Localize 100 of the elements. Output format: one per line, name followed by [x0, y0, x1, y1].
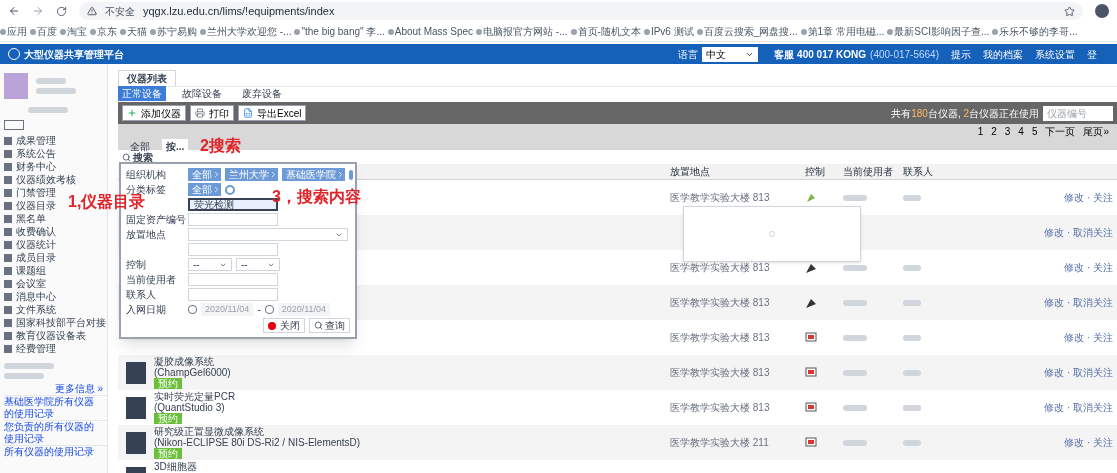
date-checkbox[interactable] — [264, 305, 274, 314]
header-link[interactable]: 提示 — [951, 46, 971, 62]
monitor-icon[interactable] — [805, 366, 817, 379]
sidebar-item[interactable]: 仪器绩效考核 — [16, 173, 76, 186]
page-link[interactable]: 尾页» — [1083, 124, 1109, 139]
row-actions-link[interactable]: 修改 · 取消关注 — [1044, 400, 1113, 415]
sidebar-item[interactable]: 经费管理 — [16, 342, 56, 355]
sidebar-item[interactable]: 国家科技部平台对接 — [16, 316, 106, 329]
bookmark-link[interactable]: 百度 — [37, 24, 57, 39]
bookmark-link[interactable]: 应用 — [7, 24, 27, 39]
page-link[interactable]: 3 — [1004, 124, 1011, 139]
profile-icon[interactable] — [1095, 4, 1109, 18]
control-select[interactable]: -- — [188, 258, 232, 271]
usage-record-link[interactable]: 所有仪器的使用记录 — [4, 445, 107, 458]
sidebar-item[interactable]: 仪器统计 — [16, 238, 56, 251]
header-link[interactable]: 我的档案 — [983, 46, 1023, 62]
sidebar-item[interactable]: 消息中心 — [16, 290, 56, 303]
page-link[interactable]: 2 — [991, 124, 997, 139]
page-tab[interactable]: 仪器列表 — [118, 70, 176, 86]
reload-icon[interactable] — [56, 5, 67, 17]
monitor-icon[interactable] — [805, 331, 817, 344]
sidebar-item[interactable]: 成员目录 — [16, 251, 56, 264]
bookmark-link[interactable]: About Mass Spec — [394, 24, 474, 39]
toolbar-button[interactable]: 打印 — [190, 105, 234, 121]
sidebar-item[interactable]: 系统公告 — [16, 147, 56, 160]
url-text[interactable]: yqgx.lzu.edu.cn/lims/!equipments/index — [143, 2, 335, 20]
sidebar-item[interactable]: 课题组 — [16, 264, 46, 277]
search-field[interactable]: 仪器编号 — [1043, 105, 1113, 121]
row-actions-link[interactable]: 修改 · 取消关注 — [1044, 225, 1113, 240]
bookmark-link[interactable]: 乐乐不够的李哥... — [999, 24, 1078, 39]
sidebar-item[interactable]: 会议室 — [16, 277, 46, 290]
bookmark-star-icon[interactable] — [1064, 5, 1075, 17]
usage-record-link[interactable]: 基础医学院所有仪器的使用记录 — [4, 395, 107, 420]
back-icon[interactable] — [8, 5, 20, 17]
instrument-name[interactable]: 3D细胞器 — [154, 461, 197, 472]
bookmark-link[interactable]: 首页-随机文本 — [577, 24, 641, 39]
sidebar-item[interactable]: 门禁管理 — [16, 186, 56, 199]
sidebar-item[interactable]: 黑名单 — [16, 212, 46, 225]
instrument-model: (QuantStudio 3) — [154, 402, 226, 413]
bookmark-link[interactable]: 第1章 常用电磁... — [807, 24, 885, 39]
hotline-number: (400-017-5664) — [870, 47, 939, 62]
bookmark-link[interactable]: 电脑报官方网站 -... — [483, 24, 568, 39]
instrument-name[interactable]: 凝胶成像系统 — [154, 356, 231, 367]
bookmark-link[interactable]: 最新SCI影响因子查... — [894, 24, 990, 39]
column-header: 当前使用者 — [843, 165, 894, 179]
bookmark-link[interactable]: 兰州大学欢迎您 -... — [207, 24, 292, 39]
row-actions-link[interactable]: 修改 · 关注 — [1064, 435, 1113, 450]
sidebar-item[interactable]: 成果管理 — [16, 134, 56, 147]
status-tab[interactable]: 正常设备 — [118, 86, 166, 101]
page-link[interactable]: 5 — [1031, 124, 1038, 139]
bookmark-link[interactable]: 百度云搜索_网盘搜... — [703, 24, 798, 39]
view-toggle-icon[interactable] — [4, 120, 24, 130]
place-field[interactable] — [188, 243, 278, 256]
language-select[interactable]: 中文 — [702, 46, 759, 62]
close-button[interactable]: 关闭 — [263, 318, 305, 333]
bookmark-link[interactable]: IPv6 测试 — [650, 24, 694, 39]
row-actions-link[interactable]: 修改 · 取消关注 — [1044, 295, 1113, 310]
toolbar-button[interactable]: 导出Excel — [238, 105, 307, 121]
blurred-text — [843, 299, 867, 306]
status-tab[interactable]: 废弃设备 — [238, 86, 286, 101]
sidebar-item[interactable]: 教育仪器设备表 — [16, 329, 86, 342]
instrument-name[interactable]: 研究级正置显微成像系统 — [154, 426, 361, 437]
bookmark-link[interactable]: 天猫 — [127, 24, 147, 39]
bookmark-link[interactable]: 京东 — [97, 24, 117, 39]
date-checkbox[interactable] — [188, 305, 197, 314]
field-label: 控制 — [126, 258, 146, 271]
blurred-text — [903, 404, 921, 411]
toolbar-button[interactable]: 添加仪器 — [122, 105, 186, 121]
monitor-icon[interactable] — [805, 401, 817, 414]
instrument-name[interactable]: 实时荧光定量PCR — [154, 391, 236, 402]
query-button[interactable]: 查询 — [309, 318, 350, 333]
blurred-text — [28, 107, 68, 113]
header-link[interactable]: 登 — [1087, 46, 1097, 62]
header-link[interactable]: 系统设置 — [1035, 46, 1075, 62]
row-actions-link[interactable]: 修改 · 关注 — [1064, 330, 1113, 345]
row-actions-link[interactable]: 修改 · 取消关注 — [1044, 365, 1113, 380]
spreadsheet-icon — [243, 108, 253, 118]
row-actions-link[interactable]: 修改 · 关注 — [1064, 260, 1113, 275]
asset-number-field[interactable] — [188, 213, 278, 226]
contact-field[interactable] — [188, 288, 278, 301]
bookmark-link[interactable]: 淘宝 — [67, 24, 87, 39]
bookmark-link[interactable]: "the big bang" 李... — [301, 24, 385, 39]
user-field[interactable] — [188, 273, 278, 286]
sidebar-item[interactable]: 文件系统 — [16, 303, 56, 316]
sidebar-item[interactable]: 仪器目录 — [16, 199, 56, 212]
usage-record-link[interactable]: 您负责的所有仪器的使用记录 — [4, 420, 107, 445]
monitor-icon[interactable] — [805, 436, 817, 449]
status-tab[interactable]: 故障设备 — [178, 86, 226, 101]
bookmark-link[interactable]: 苏宁易购 — [157, 24, 197, 39]
filter-tab[interactable]: 按... — [162, 139, 189, 154]
summary-text: 共有180台仪器, 2台仪器正在使用 — [891, 106, 1039, 121]
more-info-link[interactable]: 更多信息 » — [54, 383, 107, 395]
sidebar-item[interactable]: 财务中心 — [16, 160, 56, 173]
sidebar-item[interactable]: 收费确认 — [16, 225, 56, 238]
search-icon — [314, 321, 323, 330]
page-link[interactable]: 1 — [977, 124, 984, 139]
page-link[interactable]: 4 — [1018, 124, 1024, 139]
page-link[interactable]: 下一页 — [1045, 124, 1076, 139]
control-select[interactable]: -- — [236, 258, 280, 271]
row-actions-link[interactable]: 修改 · 关注 — [1064, 190, 1113, 205]
